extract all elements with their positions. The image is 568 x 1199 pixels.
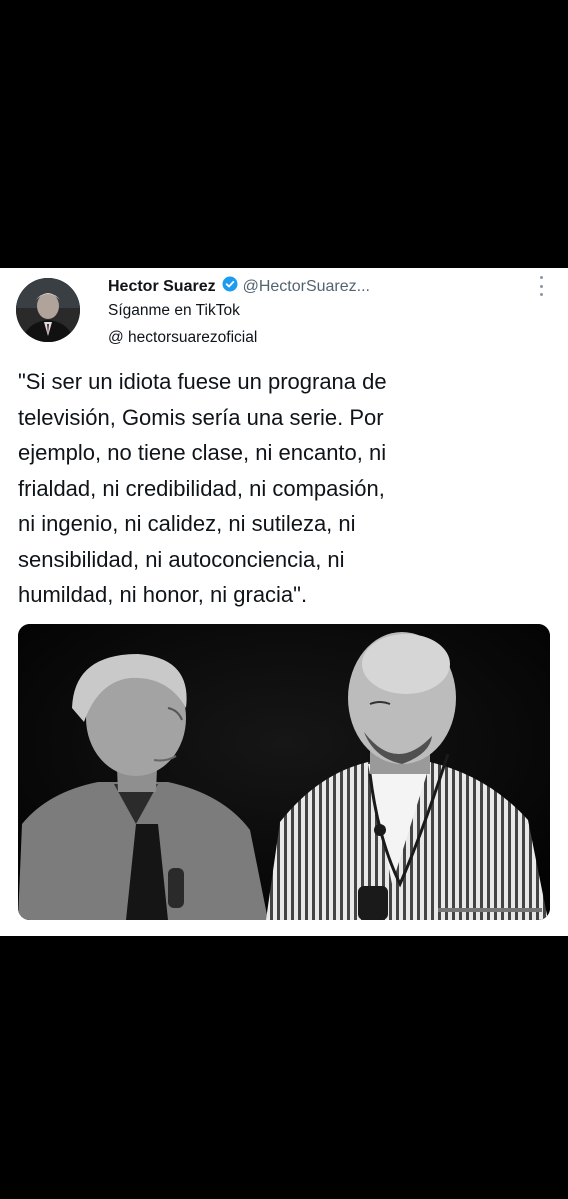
tweet-text-line: televisión, Gomis sería una serie. Por [18,404,384,430]
verified-badge-icon [222,276,238,297]
tweet-text-line: ejemplo, no tiene clase, ni encanto, ni [18,440,387,465]
tweet-text-line: sensibilidad, ni autoconciencia, ni [18,546,345,572]
author-handle[interactable]: @HectorSuarez... [243,278,370,296]
tweet-text-line: frialdad, ni credibilidad, ni compasión, [18,475,385,501]
tweet-text-line: humildad, ni honor, ni gracia". [18,582,308,607]
tweet-photo[interactable] [18,624,550,920]
author-bio-link: @ hectorsuarezoficial [108,329,258,346]
more-options-icon[interactable] [534,276,548,296]
tweet-card[interactable]: Hector Suarez @HectorSuarez... Síganme e… [0,268,568,936]
tweet-text-line: "Si ser un idiota fuese un prograna de [18,369,387,394]
avatar[interactable] [16,278,80,342]
author-bio-line: Síganme en TikTok [108,302,240,319]
tweet-text: "Si ser un idiota fuese un prograna de t… [18,364,538,613]
author-row: Hector Suarez @HectorSuarez... [108,276,370,297]
author-name[interactable]: Hector Suarez [108,278,216,296]
tweet-text-line: ni ingenio, ni calidez, ni sutileza, ni [18,511,356,536]
